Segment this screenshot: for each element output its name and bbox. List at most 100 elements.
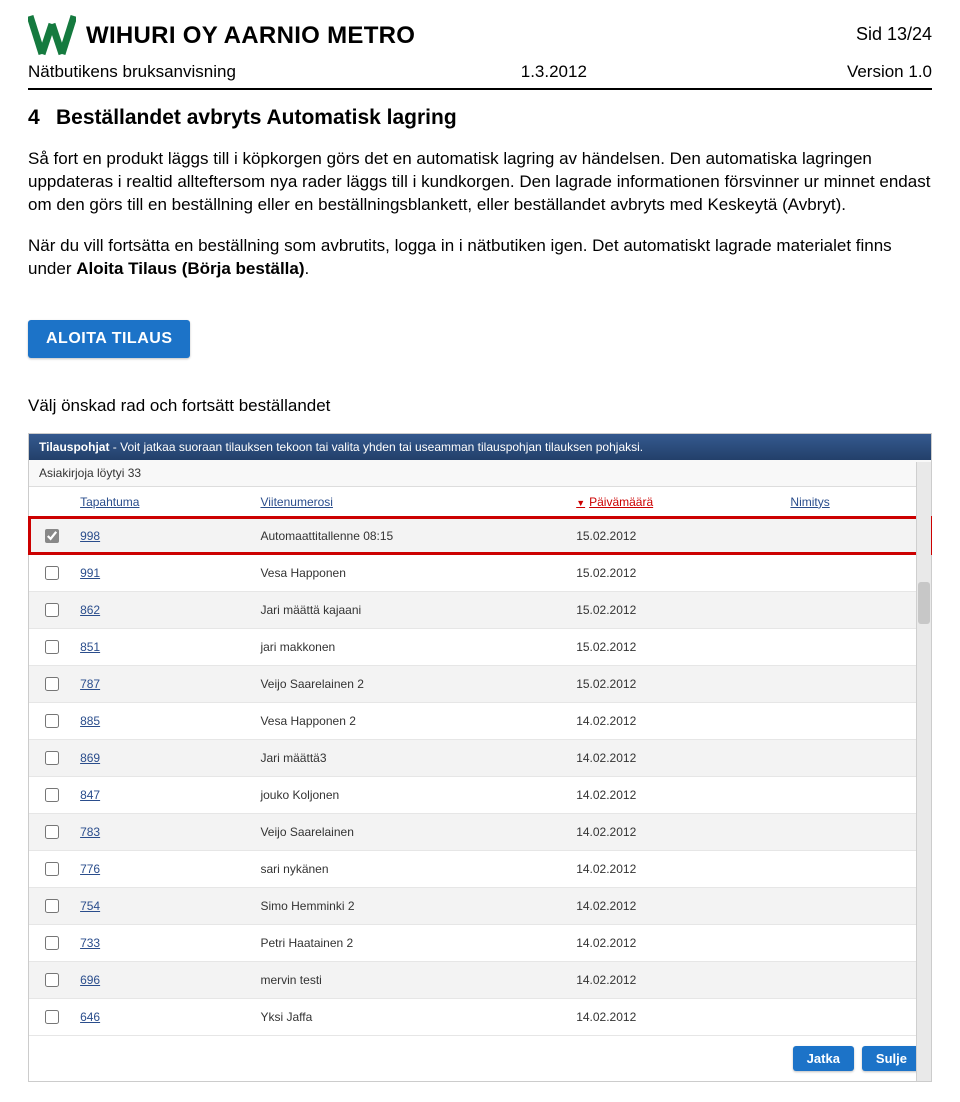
row-checkbox[interactable] <box>45 640 59 654</box>
tilauspohjat-table: Tapahtuma Viitenumerosi Päivämäärä Nimit… <box>29 487 931 1036</box>
table-row[interactable]: 991 Vesa Happonen15.02.2012 <box>29 554 931 591</box>
cell-tapahtuma: 787 <box>74 665 254 702</box>
cell-viitenumerosi: Automaattitallenne 08:15 <box>254 517 570 554</box>
row-checkbox[interactable] <box>45 529 59 543</box>
tapahtuma-link[interactable]: 998 <box>80 529 100 543</box>
panel-header-title: Tilauspohjat <box>39 440 109 454</box>
cell-paivamaara: 14.02.2012 <box>570 813 784 850</box>
cell-viitenumerosi: Vesa Happonen <box>254 554 570 591</box>
row-checkbox[interactable] <box>45 936 59 950</box>
cell-checkbox <box>29 776 74 813</box>
cell-tapahtuma: 885 <box>74 702 254 739</box>
row-checkbox[interactable] <box>45 751 59 765</box>
tapahtuma-link[interactable]: 733 <box>80 936 100 950</box>
cell-nimitys <box>784 739 931 776</box>
tapahtuma-link[interactable]: 787 <box>80 677 100 691</box>
scrollbar[interactable] <box>916 462 931 1081</box>
subheading: Välj önskad rad och fortsätt beställande… <box>28 396 932 416</box>
col-paivamaara-label: Päivämäärä <box>589 495 653 509</box>
table-row[interactable]: 869Jari määttä314.02.2012 <box>29 739 931 776</box>
cell-checkbox <box>29 702 74 739</box>
table-row[interactable]: 787Veijo Saarelainen 215.02.2012 <box>29 665 931 702</box>
scrollbar-thumb[interactable] <box>918 582 930 624</box>
cell-paivamaara: 14.02.2012 <box>570 887 784 924</box>
cell-viitenumerosi: Petri Haatainen 2 <box>254 924 570 961</box>
cell-tapahtuma: 998 <box>74 517 254 554</box>
panel-header-desc: Voit jatkaa suoraan tilauksen tekoon tai… <box>120 440 643 454</box>
cell-viitenumerosi: Jari määttä kajaani <box>254 591 570 628</box>
table-row[interactable]: 754 Simo Hemminki 214.02.2012 <box>29 887 931 924</box>
table-row[interactable]: 783 Veijo Saarelainen14.02.2012 <box>29 813 931 850</box>
table-row[interactable]: 885 Vesa Happonen 214.02.2012 <box>29 702 931 739</box>
table-row[interactable]: 776sari nykänen14.02.2012 <box>29 850 931 887</box>
tapahtuma-link[interactable]: 991 <box>80 566 100 580</box>
col-nimitys-header[interactable]: Nimitys <box>784 487 931 518</box>
doc-title: Nätbutikens bruksanvisning <box>28 62 521 82</box>
row-checkbox[interactable] <box>45 899 59 913</box>
aloita-tilaus-button[interactable]: ALOITA TILAUS <box>28 320 190 358</box>
paragraph-1: Så fort en produkt läggs till i köpkorge… <box>28 148 932 217</box>
table-row[interactable]: 847jouko Koljonen14.02.2012 <box>29 776 931 813</box>
paragraph-2-b: . <box>305 259 310 278</box>
sulje-button[interactable]: Sulje <box>862 1046 921 1071</box>
row-checkbox[interactable] <box>45 825 59 839</box>
doc-date: 1.3.2012 <box>521 62 587 82</box>
table-row[interactable]: 733Petri Haatainen 214.02.2012 <box>29 924 931 961</box>
table-header-row: Tapahtuma Viitenumerosi Päivämäärä Nimit… <box>29 487 931 518</box>
table-row[interactable]: 862Jari määttä kajaani15.02.2012 <box>29 591 931 628</box>
cell-tapahtuma: 776 <box>74 850 254 887</box>
tilauspohjat-panel: Tilauspohjat - Voit jatkaa suoraan tilau… <box>28 433 932 1082</box>
tapahtuma-link[interactable]: 851 <box>80 640 100 654</box>
cell-paivamaara: 14.02.2012 <box>570 776 784 813</box>
header-rule <box>28 88 932 90</box>
cell-nimitys <box>784 554 931 591</box>
document-header: WIHURI OY AARNIO METRO Sid 13/24 <box>28 14 932 58</box>
table-row[interactable]: 696mervin testi14.02.2012 <box>29 961 931 998</box>
row-checkbox[interactable] <box>45 862 59 876</box>
cell-paivamaara: 14.02.2012 <box>570 998 784 1035</box>
tapahtuma-link[interactable]: 885 <box>80 714 100 728</box>
tapahtuma-link[interactable]: 862 <box>80 603 100 617</box>
table-row[interactable]: 851jari makkonen15.02.2012 <box>29 628 931 665</box>
cell-viitenumerosi: Simo Hemminki 2 <box>254 887 570 924</box>
col-tapahtuma-header[interactable]: Tapahtuma <box>74 487 254 518</box>
row-checkbox[interactable] <box>45 973 59 987</box>
company-title: WIHURI OY AARNIO METRO <box>86 14 856 50</box>
cell-viitenumerosi: Vesa Happonen 2 <box>254 702 570 739</box>
cell-tapahtuma: 991 <box>74 554 254 591</box>
jatka-button[interactable]: Jatka <box>793 1046 854 1071</box>
row-checkbox[interactable] <box>45 788 59 802</box>
paragraph-2-strong: Aloita Tilaus (Börja beställa) <box>76 259 304 278</box>
cell-checkbox <box>29 961 74 998</box>
cell-nimitys <box>784 702 931 739</box>
tapahtuma-link[interactable]: 869 <box>80 751 100 765</box>
row-checkbox[interactable] <box>45 566 59 580</box>
page-number: Sid 13/24 <box>856 14 932 45</box>
cell-paivamaara: 14.02.2012 <box>570 961 784 998</box>
cell-checkbox <box>29 850 74 887</box>
col-paivamaara-header[interactable]: Päivämäärä <box>570 487 784 518</box>
cell-paivamaara: 14.02.2012 <box>570 702 784 739</box>
cell-nimitys <box>784 887 931 924</box>
cell-tapahtuma: 869 <box>74 739 254 776</box>
row-checkbox[interactable] <box>45 677 59 691</box>
row-checkbox[interactable] <box>45 714 59 728</box>
cell-tapahtuma: 733 <box>74 924 254 961</box>
cell-checkbox <box>29 887 74 924</box>
tapahtuma-link[interactable]: 776 <box>80 862 100 876</box>
cell-paivamaara: 15.02.2012 <box>570 554 784 591</box>
document-subheader: Nätbutikens bruksanvisning 1.3.2012 Vers… <box>28 62 932 82</box>
tapahtuma-link[interactable]: 646 <box>80 1010 100 1024</box>
table-row[interactable]: 646Yksi Jaffa14.02.2012 <box>29 998 931 1035</box>
col-viitenumerosi-header[interactable]: Viitenumerosi <box>254 487 570 518</box>
table-row[interactable]: 998Automaattitallenne 08:1515.02.2012 <box>29 517 931 554</box>
tapahtuma-link[interactable]: 847 <box>80 788 100 802</box>
tapahtuma-link[interactable]: 696 <box>80 973 100 987</box>
tapahtuma-link[interactable]: 754 <box>80 899 100 913</box>
cell-tapahtuma: 862 <box>74 591 254 628</box>
tapahtuma-link[interactable]: 783 <box>80 825 100 839</box>
cell-checkbox <box>29 554 74 591</box>
cell-viitenumerosi: Veijo Saarelainen <box>254 813 570 850</box>
row-checkbox[interactable] <box>45 1010 59 1024</box>
row-checkbox[interactable] <box>45 603 59 617</box>
